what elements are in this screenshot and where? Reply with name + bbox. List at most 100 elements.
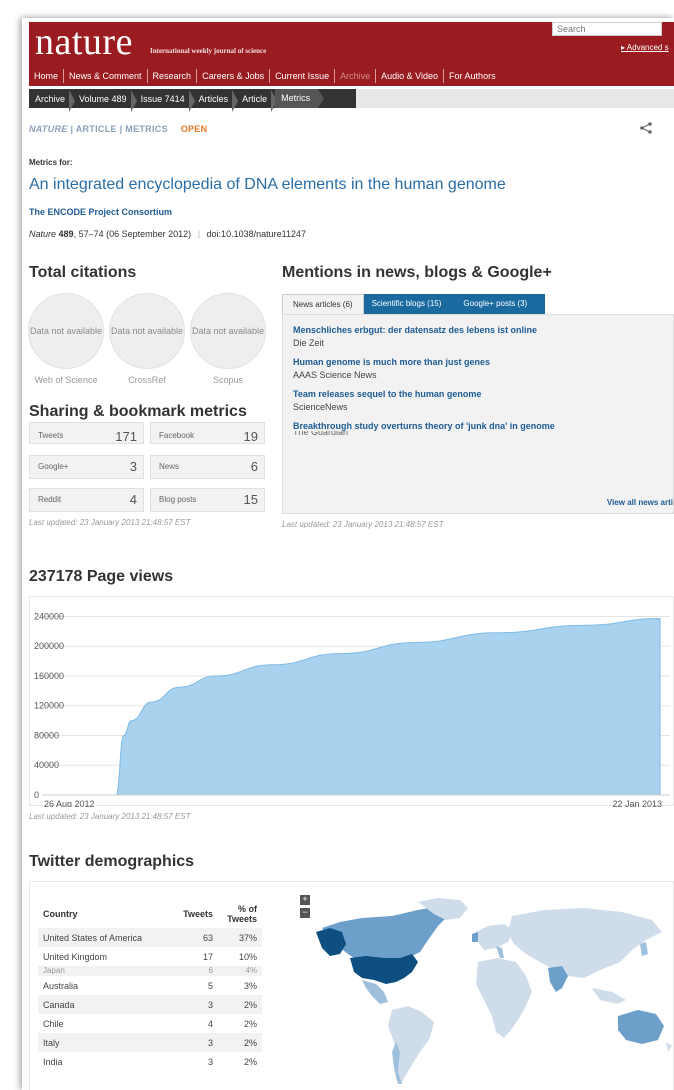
nav-news-comment[interactable]: News & Comment bbox=[64, 69, 148, 83]
metric-value: 3 bbox=[129, 459, 137, 474]
metrics-page: nature International weekly journal of s… bbox=[22, 18, 674, 1090]
twitter-heading: Twitter demographics bbox=[29, 853, 195, 870]
table-row: Italy 3 2% bbox=[38, 1033, 262, 1052]
nav-research[interactable]: Research bbox=[148, 69, 198, 83]
country: United States of America bbox=[38, 928, 170, 947]
region-usa[interactable] bbox=[350, 954, 418, 984]
metric-googleplus[interactable]: Google+ 3 bbox=[29, 455, 144, 479]
y-tick-label: 200000 bbox=[34, 641, 64, 651]
pct: 10% bbox=[238, 951, 257, 962]
nav-home[interactable]: Home bbox=[29, 69, 65, 83]
breadcrumb-archive[interactable]: Archive bbox=[29, 89, 76, 112]
col-tweets[interactable]: Tweets bbox=[170, 900, 218, 928]
tab-news-articles[interactable]: News articles (6) bbox=[282, 294, 364, 314]
y-tick-label: 120000 bbox=[34, 701, 64, 711]
citation-source-label: Web of Science bbox=[34, 375, 98, 385]
news-title[interactable]: Team releases sequel to the human genome bbox=[293, 389, 481, 399]
breadcrumb-articles[interactable]: Articles bbox=[193, 89, 238, 112]
tweets: 3 bbox=[207, 1056, 213, 1067]
citation-crossref: Data not available CrossRef bbox=[109, 293, 185, 385]
x-end-label: 22 Jan 2013 bbox=[612, 799, 662, 807]
news-item[interactable]: Human genome is much more than just gene… bbox=[293, 357, 490, 380]
country: Australia bbox=[43, 980, 79, 991]
metric-news[interactable]: News 6 bbox=[150, 455, 265, 479]
pages: , 57–74 bbox=[73, 229, 104, 239]
news-title[interactable]: Menschliches erbgut: der datensatz des l… bbox=[293, 325, 537, 335]
breadcrumb-volume[interactable]: Volume 489 bbox=[73, 89, 137, 112]
page-views-heading: 237178 Page views bbox=[29, 568, 174, 585]
region-new-zealand[interactable] bbox=[666, 1042, 672, 1052]
article-label: ARTICLE bbox=[75, 124, 117, 134]
table-row: United States of America 63 37% bbox=[38, 928, 262, 947]
pct: 2% bbox=[243, 1018, 257, 1029]
search-input[interactable] bbox=[552, 22, 662, 36]
news-title[interactable]: Human genome is much more than just gene… bbox=[293, 357, 490, 367]
news-source: ScienceNews bbox=[293, 402, 348, 412]
metric-reddit[interactable]: Reddit 4 bbox=[29, 488, 144, 512]
tweets: 4 bbox=[207, 1018, 213, 1029]
region-mexico[interactable] bbox=[362, 980, 388, 1004]
metric-label: Reddit bbox=[38, 495, 62, 504]
nav-careers-jobs[interactable]: Careers & Jobs bbox=[197, 69, 271, 83]
region-australia[interactable] bbox=[618, 1010, 664, 1044]
region-indonesia[interactable] bbox=[592, 988, 626, 1004]
breadcrumb-issue[interactable]: Issue 7414 bbox=[135, 89, 195, 112]
table-row: United Kingdom 17 10% bbox=[38, 947, 262, 966]
metric-tweets[interactable]: Tweets 171 bbox=[29, 422, 144, 444]
news-item[interactable]: Team releases sequel to the human genome… bbox=[293, 389, 481, 412]
region-italy[interactable] bbox=[496, 946, 504, 958]
open-access-badge: OPEN bbox=[180, 124, 208, 134]
metric-blog-posts[interactable]: Blog posts 15 bbox=[150, 488, 265, 512]
table-row: Japan 6 4% bbox=[38, 966, 262, 976]
tagline: International weekly journal of science bbox=[150, 47, 267, 55]
country: United Kingdom bbox=[43, 951, 108, 962]
nature-logo[interactable]: nature bbox=[35, 20, 133, 64]
nav-current-issue[interactable]: Current Issue bbox=[270, 69, 336, 83]
metric-label: Facebook bbox=[159, 431, 195, 440]
breadcrumb-article[interactable]: Article bbox=[236, 89, 278, 112]
nav-for-authors[interactable]: For Authors bbox=[444, 69, 501, 83]
news-item[interactable]: Menschliches erbgut: der datensatz des l… bbox=[293, 325, 537, 348]
nav-archive[interactable]: Archive bbox=[335, 69, 377, 83]
metric-value: 15 bbox=[243, 492, 258, 507]
nav-audio-video[interactable]: Audio & Video bbox=[376, 69, 445, 83]
citation-value: Data not available bbox=[109, 293, 185, 369]
tab-scientific-blogs[interactable]: Scientific blogs (15) bbox=[363, 294, 456, 314]
world-map[interactable]: + − bbox=[300, 892, 674, 1090]
region-japan[interactable] bbox=[640, 942, 648, 956]
view-all-news-link[interactable]: View all news arti bbox=[607, 498, 673, 507]
citation-source-label: CrossRef bbox=[128, 375, 166, 385]
country: Chile bbox=[43, 1018, 64, 1029]
citation-source-label: Scopus bbox=[212, 375, 244, 385]
zoom-out-button[interactable]: − bbox=[300, 908, 310, 918]
news-source: Die Zeit bbox=[293, 338, 325, 348]
article-author[interactable]: The ENCODE Project Consortium bbox=[29, 207, 172, 217]
col-country[interactable]: Country bbox=[38, 900, 170, 928]
region-uk[interactable] bbox=[472, 932, 478, 942]
news-item[interactable]: Breakthrough study overturns theory of '… bbox=[293, 421, 555, 431]
y-tick-label: 160000 bbox=[34, 671, 64, 681]
country: Italy bbox=[38, 1033, 170, 1052]
advanced-search-link[interactable]: ▸ Advanced s bbox=[621, 43, 669, 52]
region-asia[interactable] bbox=[508, 908, 662, 978]
zoom-in-button[interactable]: + bbox=[300, 895, 310, 905]
share-icon[interactable] bbox=[640, 122, 652, 137]
country: Japan bbox=[38, 966, 170, 976]
metric-label: News bbox=[159, 462, 180, 471]
article-title[interactable]: An integrated encyclopedia of DNA elemen… bbox=[29, 176, 506, 194]
news-title[interactable]: Breakthrough study overturns theory of '… bbox=[293, 421, 555, 431]
pageviews-updated: Last updated: 23 January 2013 21:48:57 E… bbox=[29, 812, 191, 821]
region-africa[interactable] bbox=[476, 958, 532, 1038]
region-europe[interactable] bbox=[476, 924, 514, 950]
volume: 489 bbox=[58, 229, 74, 239]
metric-label: Tweets bbox=[38, 431, 64, 440]
doi[interactable]: doi:10.1038/nature11247 bbox=[207, 229, 306, 239]
col-pct-tweets[interactable]: % of Tweets bbox=[218, 900, 262, 928]
sharing-heading: Sharing & bookmark metrics bbox=[29, 403, 251, 421]
tab-googleplus-posts[interactable]: Google+ posts (3) bbox=[455, 294, 546, 314]
mentions-tabs: News articles (6) Scientific blogs (15) … bbox=[282, 294, 674, 314]
metric-facebook[interactable]: Facebook 19 bbox=[150, 422, 265, 444]
region-alaska[interactable] bbox=[316, 928, 346, 956]
table-row: India 3 2% bbox=[38, 1052, 262, 1071]
twitter-demographics: Country Tweets % of Tweets United States… bbox=[29, 881, 674, 1090]
